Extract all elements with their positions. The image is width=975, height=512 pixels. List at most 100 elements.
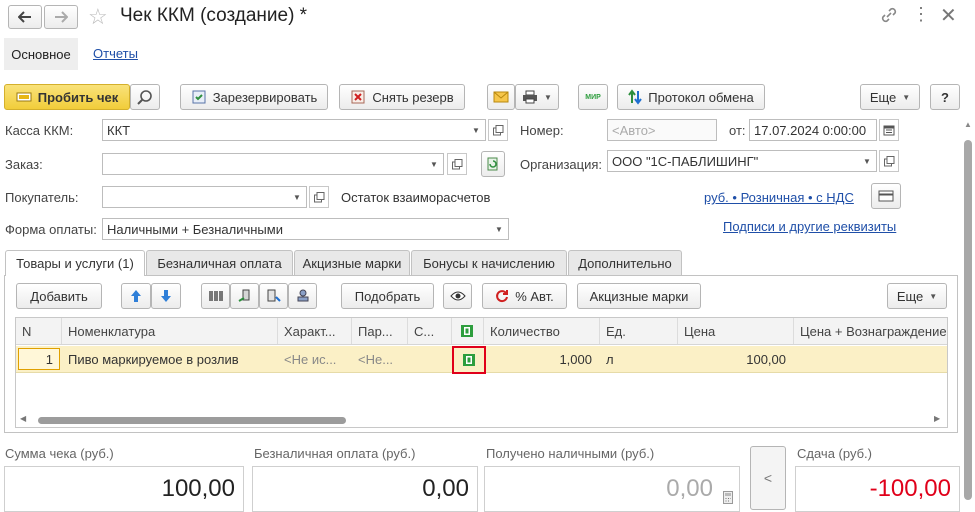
card-button[interactable]: [871, 183, 901, 209]
column-header-price[interactable]: Цена: [678, 318, 794, 344]
cell-price-reward[interactable]: [794, 346, 947, 372]
vertical-scrollbar-thumb[interactable]: [964, 140, 972, 500]
nav-tab-main[interactable]: Основное: [4, 38, 78, 70]
horizontal-scrollbar[interactable]: ◀ ▶: [16, 414, 947, 426]
tab-excise[interactable]: Акцизные марки: [294, 250, 410, 275]
column-header-unit[interactable]: Ед.: [600, 318, 678, 344]
kassa-dropdown-icon[interactable]: ▼: [467, 120, 485, 140]
order-open-button[interactable]: [447, 153, 467, 175]
reserve-button[interactable]: Зарезервировать: [180, 84, 328, 110]
more-menu-icon[interactable]: ⋮: [912, 4, 930, 25]
help-label: ?: [941, 89, 949, 105]
punch-receipt-button[interactable]: Пробить чек: [4, 84, 130, 110]
favorite-star-icon[interactable]: ☆: [88, 4, 108, 30]
buyer-open-button[interactable]: [309, 186, 329, 208]
cell-batch[interactable]: <Не...: [352, 346, 408, 372]
preview-button[interactable]: [130, 84, 160, 110]
table-more-button[interactable]: Еще ▼: [887, 283, 947, 309]
mir-button[interactable]: МИР: [578, 84, 608, 110]
collection-device-button[interactable]: [259, 283, 288, 309]
column-header-characteristic[interactable]: Характ...: [278, 318, 352, 344]
payment-form-field[interactable]: Наличными + Безналичными ▼: [102, 218, 509, 240]
unreserve-icon: [350, 89, 366, 105]
order-field[interactable]: ▼: [102, 153, 444, 175]
payment-form-dropdown-icon[interactable]: ▼: [490, 219, 508, 239]
cell-price[interactable]: 100,00: [678, 346, 794, 372]
fill-cash-button[interactable]: <: [750, 446, 786, 510]
nav-tab-reports[interactable]: Отчеты: [93, 46, 138, 61]
print-button[interactable]: ▼: [515, 84, 559, 110]
price-type-link[interactable]: руб. • Розничная • с НДС: [704, 190, 854, 205]
row-number-cell[interactable]: 1: [18, 348, 60, 370]
buyer-label: Покупатель:: [5, 190, 79, 205]
vertical-scrollbar[interactable]: ▲: [963, 110, 973, 510]
move-up-button[interactable]: [121, 283, 151, 309]
view-button[interactable]: [443, 283, 472, 309]
tab-additional[interactable]: Дополнительно: [568, 250, 682, 275]
buyer-dropdown-icon[interactable]: ▼: [288, 187, 306, 207]
fill-cash-label: <: [763, 470, 773, 486]
calendar-button[interactable]: [879, 119, 899, 141]
add-row-button[interactable]: Добавить: [16, 283, 102, 309]
column-header-quantity[interactable]: Количество: [484, 318, 600, 344]
scroll-right-icon[interactable]: ▶: [934, 414, 940, 423]
fill-by-order-button[interactable]: [481, 151, 505, 177]
organization-dropdown-icon[interactable]: ▼: [858, 151, 876, 171]
scroll-up-icon[interactable]: ▲: [964, 120, 972, 129]
date-field[interactable]: 17.07.2024 0:00:00: [749, 119, 877, 141]
buyer-field[interactable]: ▼: [102, 186, 307, 208]
tab-bonuses[interactable]: Бонусы к начислению: [411, 250, 567, 275]
punch-receipt-label: Пробить чек: [37, 89, 119, 105]
tab-excise-label: Акцизные марки: [302, 255, 402, 271]
cash-received-field[interactable]: 0,00: [484, 466, 740, 512]
number-field[interactable]: <Авто>: [607, 119, 717, 141]
organization-field[interactable]: ООО "1С-ПАБЛИШИНГ" ▼: [607, 150, 877, 172]
signatures-link[interactable]: Подписи и другие реквизиты: [723, 219, 896, 234]
tab-cashless[interactable]: Безналичная оплата: [146, 250, 293, 275]
help-button[interactable]: ?: [930, 84, 960, 110]
close-icon[interactable]: ✕: [940, 3, 957, 28]
order-dropdown-icon[interactable]: ▼: [425, 154, 443, 174]
nav-tab-main-label: Основное: [11, 46, 71, 62]
kassa-value: ККТ: [107, 122, 131, 138]
kassa-open-button[interactable]: [488, 119, 508, 141]
forward-button[interactable]: [44, 5, 78, 29]
column-header-item[interactable]: Номенклатура: [62, 318, 278, 344]
column-header-price-reward[interactable]: Цена + Вознаграждение: [794, 318, 947, 344]
cell-excise-highlight[interactable]: [452, 346, 486, 374]
more-button[interactable]: Еще ▼: [860, 84, 920, 110]
back-button[interactable]: [8, 5, 42, 29]
scroll-left-icon[interactable]: ◀: [20, 414, 26, 423]
move-down-button[interactable]: [151, 283, 181, 309]
cell-series[interactable]: [408, 346, 452, 372]
scrollbar-thumb[interactable]: [38, 417, 346, 424]
email-button[interactable]: [487, 84, 515, 110]
cell-item[interactable]: Пиво маркируемое в розлив: [62, 346, 278, 372]
payment-form-value: Наличными + Безналичными: [107, 221, 283, 237]
excise-marks-button[interactable]: Акцизные марки: [577, 283, 701, 309]
unreserve-button[interactable]: Снять резерв: [339, 84, 465, 110]
auto-discount-label: % Авт.: [515, 288, 554, 304]
auto-discount-button[interactable]: % Авт.: [482, 283, 567, 309]
cell-characteristic[interactable]: <Не ис...: [278, 346, 352, 372]
column-header-excise[interactable]: [452, 318, 484, 344]
column-header-n[interactable]: N: [16, 318, 62, 344]
column-header-series[interactable]: С...: [408, 318, 452, 344]
link-icon[interactable]: [880, 6, 898, 27]
open-window-icon: [313, 191, 324, 202]
cell-quantity[interactable]: 1,000: [484, 346, 600, 372]
exchange-protocol-button[interactable]: Протокол обмена: [617, 84, 765, 110]
barcode-button[interactable]: [201, 283, 230, 309]
kassa-field[interactable]: ККТ ▼: [102, 119, 486, 141]
tab-goods[interactable]: Товары и услуги (1): [5, 250, 145, 276]
cell-unit[interactable]: л: [600, 346, 678, 372]
calculator-icon[interactable]: [723, 483, 733, 511]
cash-received-label: Получено наличными (руб.): [486, 446, 655, 461]
column-header-batch[interactable]: Пар...: [352, 318, 408, 344]
organization-open-button[interactable]: [879, 150, 899, 172]
scanner-icon: [237, 289, 249, 302]
receipt-sum-label: Сумма чека (руб.): [5, 446, 114, 461]
stamp-button[interactable]: [288, 283, 317, 309]
pick-button[interactable]: Подобрать: [341, 283, 434, 309]
scanner-button[interactable]: [230, 283, 259, 309]
